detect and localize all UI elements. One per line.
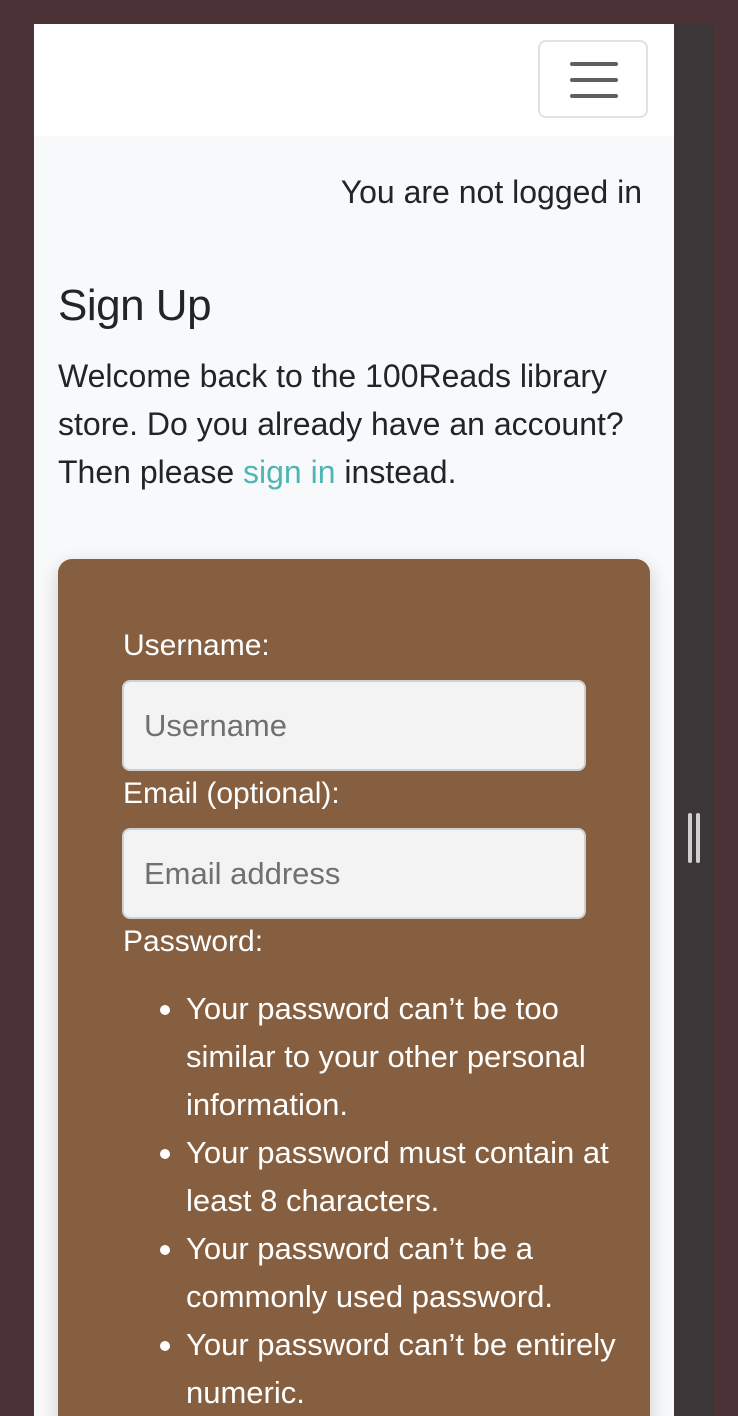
password-help-item: Your password can’t be a commonly used p… [160, 1225, 626, 1321]
signup-form-card: Username: Email (optional): Password: Yo… [58, 559, 650, 1416]
password-help-item: Your password can’t be entirely numeric. [160, 1321, 626, 1416]
intro-paragraph: Welcome back to the 100Reads library sto… [58, 352, 648, 496]
hamburger-menu-icon [570, 62, 618, 66]
resize-grip-line [696, 813, 700, 863]
page-title: Sign Up [58, 281, 212, 330]
top-navbar [34, 24, 674, 136]
email-input[interactable] [122, 828, 586, 919]
side-panel-strip [674, 24, 714, 1416]
password-help-list: Your password can’t be too similar to yo… [160, 985, 626, 1416]
intro-text-end: instead. [335, 454, 457, 490]
resize-grip-line [688, 813, 692, 863]
password-help-item: Your password must contain at least 8 ch… [160, 1129, 626, 1225]
hamburger-menu-icon-line [570, 94, 618, 98]
email-label: Email (optional): [123, 777, 340, 810]
sign-in-link[interactable]: sign in [243, 454, 336, 490]
password-help-item: Your password can’t be too similar to yo… [160, 985, 626, 1129]
browser-viewport: You are not logged in Sign Up Welcome ba… [34, 24, 674, 1416]
resize-handle[interactable] [688, 813, 700, 863]
username-label: Username: [123, 629, 270, 662]
password-label: Password: [123, 925, 264, 958]
username-input[interactable] [122, 680, 586, 771]
navbar-toggler-button[interactable] [538, 40, 648, 118]
login-status-text: You are not logged in [340, 174, 642, 210]
hamburger-menu-icon-line [570, 78, 618, 82]
